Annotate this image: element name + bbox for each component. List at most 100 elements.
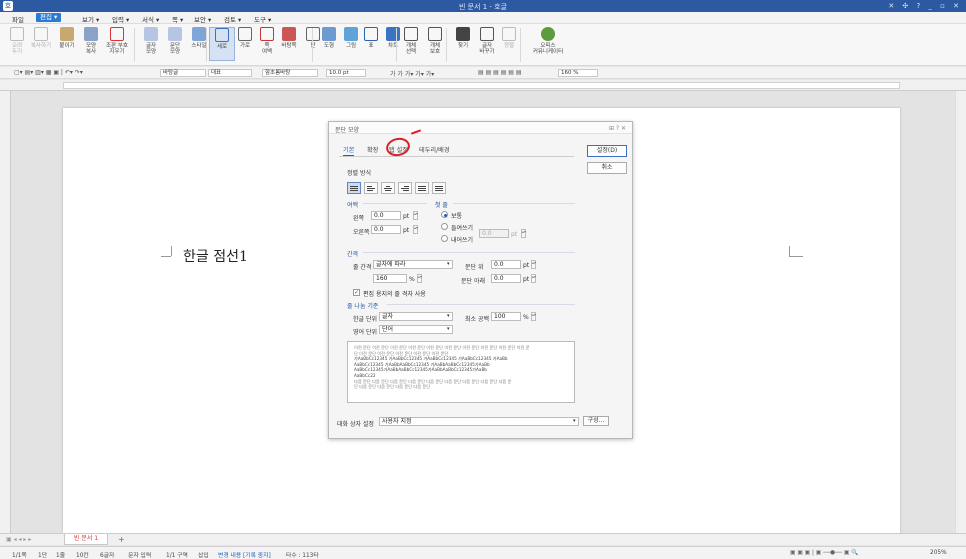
status-chars: 6글자 xyxy=(100,553,115,559)
align-center-button[interactable] xyxy=(381,182,395,194)
obj-protect-button[interactable]: 개체 보호 xyxy=(422,27,448,55)
style-select[interactable]: 바탕글 xyxy=(160,69,206,77)
add-tab-icon[interactable]: + xyxy=(118,535,125,544)
linespace-value-input[interactable]: 160 xyxy=(373,274,407,283)
font-size-input[interactable]: 10.0 pt xyxy=(326,69,366,77)
horizontal-ruler[interactable] xyxy=(0,80,966,91)
left-margin-spinner[interactable]: ▴▾ xyxy=(413,211,418,220)
wrap-section-label: 줄 나눔 기준 xyxy=(347,303,379,310)
para-before-unit: pt xyxy=(523,262,530,269)
tab-document[interactable]: 빈 문서 1 xyxy=(64,534,108,545)
style-icon xyxy=(192,27,206,41)
status-track-changes[interactable]: 변경 내용 [기록 중지] xyxy=(218,550,271,559)
align-divide-button[interactable] xyxy=(432,182,446,194)
ok-button[interactable]: 설정(D) xyxy=(587,145,627,157)
para-after-unit: pt xyxy=(523,276,530,283)
para-shape-button[interactable]: 문단 모양 xyxy=(162,27,188,55)
sort-button[interactable]: 정렬 xyxy=(496,27,522,49)
english-unit-select[interactable]: 단어 xyxy=(379,325,453,334)
right-margin-spinner[interactable]: ▴▾ xyxy=(413,225,418,234)
indent-normal-label: 보통 xyxy=(451,213,463,220)
menu-page[interactable]: 쪽 ▾ xyxy=(172,14,183,24)
status-zoom[interactable]: 205% xyxy=(930,550,947,556)
indent-section-label: 첫 줄 xyxy=(435,202,448,209)
right-margin-label: 오른쪽 xyxy=(353,229,370,236)
dialog-setting-select[interactable]: 사용자 지정 xyxy=(379,417,579,426)
menu-file[interactable]: 파일 xyxy=(12,14,24,24)
find-button[interactable]: 찾기 xyxy=(450,27,476,49)
left-margin-label: 왼쪽 xyxy=(353,215,365,222)
obj-select-button[interactable]: 개체 선택 xyxy=(398,27,424,55)
status-col: 1단 xyxy=(38,553,48,559)
menu-review[interactable]: 검토 ▾ xyxy=(224,14,241,24)
linespace-type-select[interactable]: 글자에 따라 xyxy=(373,260,453,269)
indent-value-input[interactable]: 0.0 xyxy=(479,229,509,238)
dialog-controls[interactable]: ⊞ ? ✕ xyxy=(609,125,626,132)
format-bar: ▢▾ ▤▾ ▥▾ ▦ ▣ | ↶▾ ↷▾ 바탕글 대표 함초롬바탕 10.0 p… xyxy=(0,67,966,79)
para-before-spinner[interactable]: ▴▾ xyxy=(531,260,536,269)
text-style-icons[interactable]: 가 가 가▾ 가▾ 가▾ xyxy=(390,69,434,78)
cancel-button[interactable]: 취소 xyxy=(587,162,627,174)
para-after-spinner[interactable]: ▴▾ xyxy=(531,274,536,283)
font-select[interactable]: 함초롬바탕 xyxy=(262,69,318,77)
window-controls[interactable]: ✕ ✣ ? _ ▫ ✕ xyxy=(888,2,962,10)
linespace-spinner[interactable]: ▴▾ xyxy=(417,274,422,283)
vertical-scrollbar[interactable] xyxy=(955,91,966,533)
page-vertical-icon xyxy=(215,28,229,42)
indent-in-radio[interactable] xyxy=(441,223,448,230)
menu-format[interactable]: 서식 ▾ xyxy=(142,14,159,24)
paste-button[interactable]: 붙이기 xyxy=(54,27,80,49)
align-icons[interactable]: ▤ ▤ ▤ ▤ ▤ ▤ xyxy=(478,69,522,76)
min-space-input[interactable]: 100 xyxy=(491,312,521,321)
lang-select[interactable]: 대표 xyxy=(208,69,252,77)
page-horizontal-icon xyxy=(238,27,252,41)
cut-button[interactable]: 오려 두기 xyxy=(4,27,30,55)
menu-view[interactable]: 보기 ▾ xyxy=(82,14,99,24)
menu-edit[interactable]: 편집 ▾ xyxy=(36,13,62,22)
indent-spinner[interactable]: ▴▾ xyxy=(521,229,526,238)
menu-input[interactable]: 입력 ▾ xyxy=(112,14,129,24)
office-communicator-button[interactable]: 오피스 커뮤니케이터 xyxy=(528,27,568,55)
sort-icon xyxy=(502,27,516,41)
new-doc-icon[interactable]: ▢▾ ▤▾ ▥▾ ▦ ▣ | ↶▾ ↷▾ xyxy=(14,69,83,76)
ribbon-toolbar: 오려 두기 복사하기 붙이기 모양 복사 조판 부호 지우기 글자 모양 문단 … xyxy=(0,24,966,66)
tab-nav-icons[interactable]: ▣ ◂ ◂ ▸ ▸ xyxy=(6,536,31,543)
para-before-input[interactable]: 0.0 xyxy=(491,260,521,269)
grid-check-label: 편집 용지의 줄 격자 사용 xyxy=(363,291,426,298)
right-margin-input[interactable]: 0.0 xyxy=(371,225,401,234)
menu-tools[interactable]: 도구 ▾ xyxy=(254,14,271,24)
compose-button[interactable]: 구성... xyxy=(583,416,609,426)
align-label: 정렬 방식 xyxy=(347,170,371,177)
char-shape-button[interactable]: 글자 모양 xyxy=(138,27,164,55)
align-left-button[interactable] xyxy=(364,182,378,194)
min-space-spinner[interactable]: ▴▾ xyxy=(531,312,536,321)
left-margin-input[interactable]: 0.0 xyxy=(371,211,401,220)
align-justify-button[interactable] xyxy=(347,182,361,194)
align-distribute-button[interactable] xyxy=(415,182,429,194)
hangul-unit-label: 한글 단위 xyxy=(353,316,377,323)
tab-extended[interactable]: 확장 xyxy=(367,145,378,154)
page-bg-button[interactable]: 바탕쪽 xyxy=(276,27,302,49)
grid-checkbox[interactable]: ✓ xyxy=(353,289,360,296)
zoom-input[interactable]: 160 % xyxy=(558,69,598,77)
menu-security[interactable]: 보안 ▾ xyxy=(194,14,211,24)
para-before-label: 문단 위 xyxy=(465,264,484,271)
min-space-unit: % xyxy=(523,314,529,321)
vertical-ruler[interactable] xyxy=(0,91,11,533)
shape-icon xyxy=(322,27,336,41)
para-after-input[interactable]: 0.0 xyxy=(491,274,521,283)
tab-border-bg[interactable]: 테두리/배경 xyxy=(419,145,450,154)
shape-copy-button[interactable]: 모양 복사 xyxy=(78,27,104,55)
annotation-circle xyxy=(384,135,412,159)
view-mode-icons[interactable]: ▣ ▣ ▣ | ▣ ──●── ▣ 🔍 xyxy=(790,550,858,556)
table-icon xyxy=(364,27,378,41)
format-clear-button[interactable]: 조판 부호 지우기 xyxy=(104,27,130,55)
status-page: 1/1쪽 xyxy=(12,553,27,559)
copy-button[interactable]: 복사하기 xyxy=(28,27,54,49)
hangul-unit-select[interactable]: 글자 xyxy=(379,312,453,321)
indent-out-radio[interactable] xyxy=(441,235,448,242)
status-insert[interactable]: 삽입 xyxy=(198,550,209,559)
document-text[interactable]: 한글 점선1 xyxy=(183,246,248,266)
indent-normal-radio[interactable] xyxy=(441,211,448,218)
align-right-button[interactable] xyxy=(398,182,412,194)
